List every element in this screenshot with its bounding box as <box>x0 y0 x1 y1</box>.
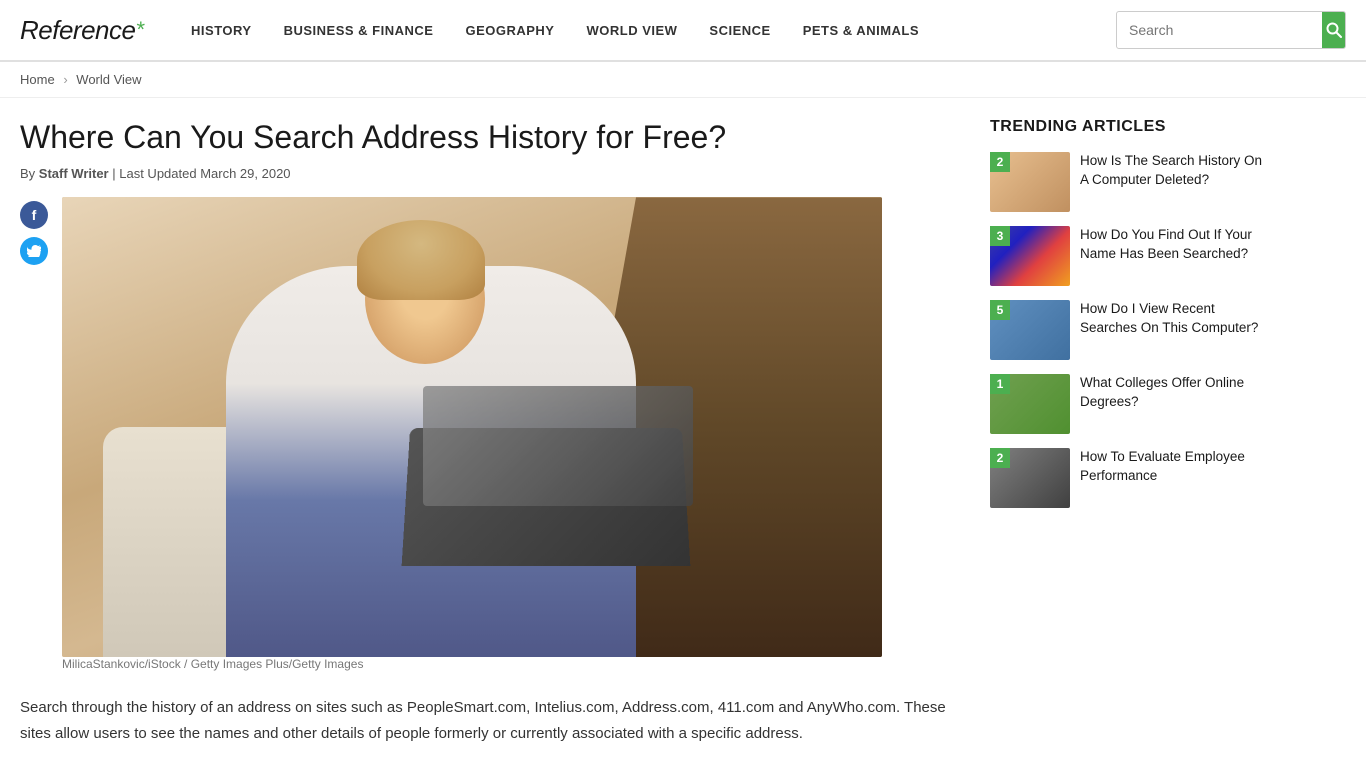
trending-text-3: How Do I View Recent Searches On This Co… <box>1080 300 1270 338</box>
breadcrumb: Home › World View <box>0 62 1366 98</box>
article-author: Staff Writer <box>39 166 109 181</box>
social-icons: f <box>20 201 48 265</box>
trending-badge-4: 1 <box>990 374 1010 394</box>
trending-text-4: What Colleges Offer Online Degrees? <box>1080 374 1270 412</box>
logo[interactable]: Reference* <box>20 15 145 46</box>
trending-img-wrap-1: 2 <box>990 152 1070 212</box>
nav-history[interactable]: History <box>175 23 268 38</box>
article-meta: By Staff Writer | Last Updated March 29,… <box>20 166 960 181</box>
nav-worldview[interactable]: World View <box>570 23 693 38</box>
trending-img-wrap-2: 3 <box>990 226 1070 286</box>
article-paragraph-1: Search through the history of an address… <box>20 695 960 746</box>
search-icon <box>1326 22 1342 38</box>
article-date: Last Updated March 29, 2020 <box>119 166 290 181</box>
article-image <box>62 197 882 657</box>
image-caption: MilicaStankovic/iStock / Getty Images Pl… <box>62 657 960 671</box>
main-layout: Where Can You Search Address History for… <box>0 98 1366 776</box>
logo-text: Reference <box>20 15 135 46</box>
trending-item-5[interactable]: 2 How To Evaluate Employee Performance <box>990 448 1270 508</box>
search-bar <box>1116 11 1346 49</box>
search-input[interactable] <box>1117 22 1322 38</box>
trending-text-1: How Is The Search History On A Computer … <box>1080 152 1270 190</box>
search-button[interactable] <box>1322 11 1345 49</box>
nav-bar: Reference* History Business & Finance Ge… <box>0 0 1366 62</box>
logo-asterisk: * <box>136 17 145 43</box>
trending-text-5: How To Evaluate Employee Performance <box>1080 448 1270 486</box>
article-image-wrap: MilicaStankovic/iStock / Getty Images Pl… <box>62 197 960 687</box>
sidebar: TRENDING ARTICLES 2 How Is The Search Hi… <box>990 118 1270 746</box>
trending-img-wrap-5: 2 <box>990 448 1070 508</box>
trending-badge-5: 2 <box>990 448 1010 468</box>
trending-badge-1: 2 <box>990 152 1010 172</box>
trending-item-4[interactable]: 1 What Colleges Offer Online Degrees? <box>990 374 1270 434</box>
nav-pets[interactable]: Pets & Animals <box>787 23 935 38</box>
trending-badge-3: 5 <box>990 300 1010 320</box>
facebook-icon: f <box>32 207 37 223</box>
nav-business[interactable]: Business & Finance <box>268 23 450 38</box>
breadcrumb-home[interactable]: Home <box>20 72 55 87</box>
nav-links: History Business & Finance Geography Wor… <box>175 23 1116 38</box>
facebook-share-button[interactable]: f <box>20 201 48 229</box>
trending-img-wrap-3: 5 <box>990 300 1070 360</box>
nav-geography[interactable]: Geography <box>449 23 570 38</box>
trending-badge-2: 3 <box>990 226 1010 246</box>
article-body: Search through the history of an address… <box>20 695 960 746</box>
trending-title: TRENDING ARTICLES <box>990 118 1270 136</box>
by-label: By <box>20 166 35 181</box>
trending-item-3[interactable]: 5 How Do I View Recent Searches On This … <box>990 300 1270 360</box>
trending-list: 2 How Is The Search History On A Compute… <box>990 152 1270 508</box>
article-area: Where Can You Search Address History for… <box>20 118 960 746</box>
trending-item-1[interactable]: 2 How Is The Search History On A Compute… <box>990 152 1270 212</box>
twitter-icon <box>27 245 41 257</box>
trending-item-2[interactable]: 3 How Do You Find Out If Your Name Has B… <box>990 226 1270 286</box>
trending-img-wrap-4: 1 <box>990 374 1070 434</box>
breadcrumb-current: World View <box>76 72 141 87</box>
twitter-share-button[interactable] <box>20 237 48 265</box>
nav-science[interactable]: Science <box>693 23 786 38</box>
trending-text-2: How Do You Find Out If Your Name Has Bee… <box>1080 226 1270 264</box>
article-title: Where Can You Search Address History for… <box>20 118 960 156</box>
breadcrumb-sep: › <box>63 72 67 87</box>
